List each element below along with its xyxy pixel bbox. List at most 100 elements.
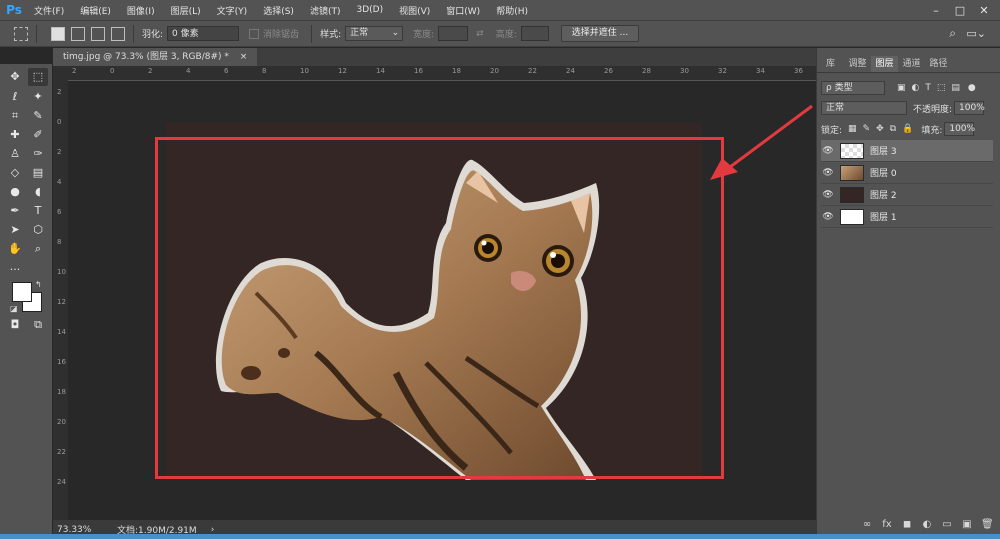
ruler-tick-label: 2 [148,67,153,75]
menu-filter[interactable]: 滤镜(T) [310,4,341,17]
move-tool-icon[interactable]: ✥ [5,68,25,86]
layers-panel-footer: ∞ fx ◼ ◐ ▭ ▣ 🗑 [817,513,1000,535]
lock-pixels-icon[interactable]: ✎ [863,124,871,134]
visibility-eye-icon[interactable]: 👁 [821,212,835,222]
ruler-tick-label: 16 [57,358,66,366]
eyedropper-icon[interactable]: ✎ [28,107,48,125]
menu-3d[interactable]: 3D(D) [356,5,383,15]
type-tool-icon[interactable]: T [28,202,48,220]
layer-row[interactable]: 👁 图层 0 [821,162,993,184]
shape-tool-icon[interactable]: ⬡ [28,221,48,239]
swap-icon[interactable]: ⇄ [476,29,484,39]
status-menu-arrow-icon[interactable]: › [211,525,215,535]
menu-window[interactable]: 窗口(W) [446,4,480,17]
default-colors-icon[interactable]: ◪ [10,304,18,313]
blend-mode-select[interactable]: 正常 [821,101,907,115]
antialias-checkbox[interactable] [249,28,260,39]
feather-input[interactable]: 0 像素 [167,26,240,41]
swap-colors-icon[interactable]: ↰ [35,280,42,289]
subtract-selection-icon[interactable] [91,26,105,41]
menu-view[interactable]: 视图(V) [399,4,430,17]
menu-help[interactable]: 帮助(H) [496,4,528,17]
width-input[interactable] [438,26,469,41]
menu-file[interactable]: 文件(F) [34,4,64,17]
zoom-tool-icon[interactable]: ⌕ [28,240,48,258]
link-layers-icon[interactable]: ∞ [861,519,873,530]
close-tab-icon[interactable]: × [240,52,248,62]
marquee-tool-icon[interactable]: ⬚ [28,68,48,86]
path-select-icon[interactable]: ➤ [5,221,25,239]
blur-tool-icon[interactable]: ● [5,183,25,201]
lock-all-icon[interactable]: 🔒 [902,124,913,134]
height-input[interactable] [520,26,549,41]
lock-position-icon[interactable]: ✥ [876,124,884,134]
filter-toggle-icon[interactable]: ● [968,83,976,93]
add-mask-icon[interactable]: ◼ [901,519,913,530]
maximize-button[interactable]: □ [948,4,972,17]
quick-mask-icon[interactable]: ◘ [5,316,25,334]
hand-tool-icon[interactable]: ✋ [5,240,25,258]
foreground-color-swatch[interactable] [12,282,32,302]
visibility-eye-icon[interactable]: 👁 [821,168,835,178]
tab-channels[interactable]: 通道 [898,56,925,72]
layer-row[interactable]: 👁 图层 1 [821,206,993,228]
gradient-tool-icon[interactable]: ▤ [28,164,48,182]
minimize-button[interactable]: – [924,4,948,17]
workspace-icon[interactable]: ▭⌄ [966,27,986,40]
layer-filter-select[interactable]: ρ 类型 [821,81,885,95]
filter-type-icon[interactable]: T [925,83,931,93]
menu-edit[interactable]: 编辑(E) [80,4,111,17]
add-selection-icon[interactable] [71,26,85,41]
layer-row[interactable]: 👁 图层 2 [821,184,993,206]
clone-stamp-icon[interactable]: ♙ [5,145,25,163]
adjustment-layer-icon[interactable]: ◐ [921,519,933,530]
filter-shape-icon[interactable]: ⬚ [937,83,946,93]
lock-artboard-icon[interactable]: ⧉ [890,124,896,134]
menu-type[interactable]: 文字(Y) [217,4,248,17]
layer-row[interactable]: 👁 图层 3 [821,140,993,162]
tab-library[interactable]: 库 [817,56,844,72]
opacity-input[interactable]: 100% [954,101,985,115]
visibility-eye-icon[interactable]: 👁 [821,190,835,200]
visibility-eye-icon[interactable]: 👁 [821,146,835,156]
menu-image[interactable]: 图像(I) [127,4,155,17]
pen-tool-icon[interactable]: ✒ [5,202,25,220]
fill-input[interactable]: 100% [944,122,975,136]
intersect-selection-icon[interactable] [111,26,125,41]
new-layer-icon[interactable]: ▣ [961,519,973,530]
dodge-tool-icon[interactable]: ◖ [28,183,48,201]
filter-pixel-icon[interactable]: ▣ [897,83,906,93]
layer-style-icon[interactable]: fx [881,519,893,530]
search-icon[interactable]: ⌕ [949,26,956,41]
select-and-mask-button[interactable]: 选择并遮住 ... [560,25,640,42]
group-layer-icon[interactable]: ▭ [941,519,953,530]
history-brush-icon[interactable]: ✑ [28,145,48,163]
close-window-button[interactable]: ✕ [972,4,996,17]
brush-tool-icon[interactable]: ✐ [28,126,48,144]
style-select[interactable]: 正常 ⌄ [345,26,404,41]
filter-adjust-icon[interactable]: ◐ [912,83,920,93]
menu-select[interactable]: 选择(S) [263,4,294,17]
lock-transparent-icon[interactable]: ▦ [848,124,857,134]
eraser-icon[interactable]: ◇ [5,164,25,182]
document-tab[interactable]: timg.jpg @ 73.3% (图层 3, RGB/8#) * × [53,48,258,66]
filter-smart-icon[interactable]: ▤ [951,83,960,93]
crop-tool-icon[interactable]: ⌗ [5,107,25,125]
zoom-readout[interactable]: 73.33% [53,525,97,535]
delete-layer-icon[interactable]: 🗑 [981,519,994,530]
layer-thumbnail [840,186,864,203]
tab-layers[interactable]: 图层 [871,56,898,72]
lasso-tool-icon[interactable]: ℓ [5,88,25,106]
chevron-down-icon: ⌄ [391,28,400,38]
ruler-tick-label: 20 [490,67,499,75]
new-selection-icon[interactable] [51,26,65,41]
more-tools-icon[interactable]: ··· [5,261,25,279]
antialias-label: 消除锯齿 [263,30,300,40]
healing-brush-icon[interactable]: ✚ [5,126,25,144]
menu-layer[interactable]: 图层(L) [171,4,201,17]
tab-paths[interactable]: 路径 [925,56,952,72]
rect-marquee-tool-icon[interactable] [14,26,28,41]
tab-adjustments[interactable]: 调整 [844,56,871,72]
screen-mode-icon[interactable]: ⧉ [28,316,48,334]
magic-wand-icon[interactable]: ✦ [28,88,48,106]
